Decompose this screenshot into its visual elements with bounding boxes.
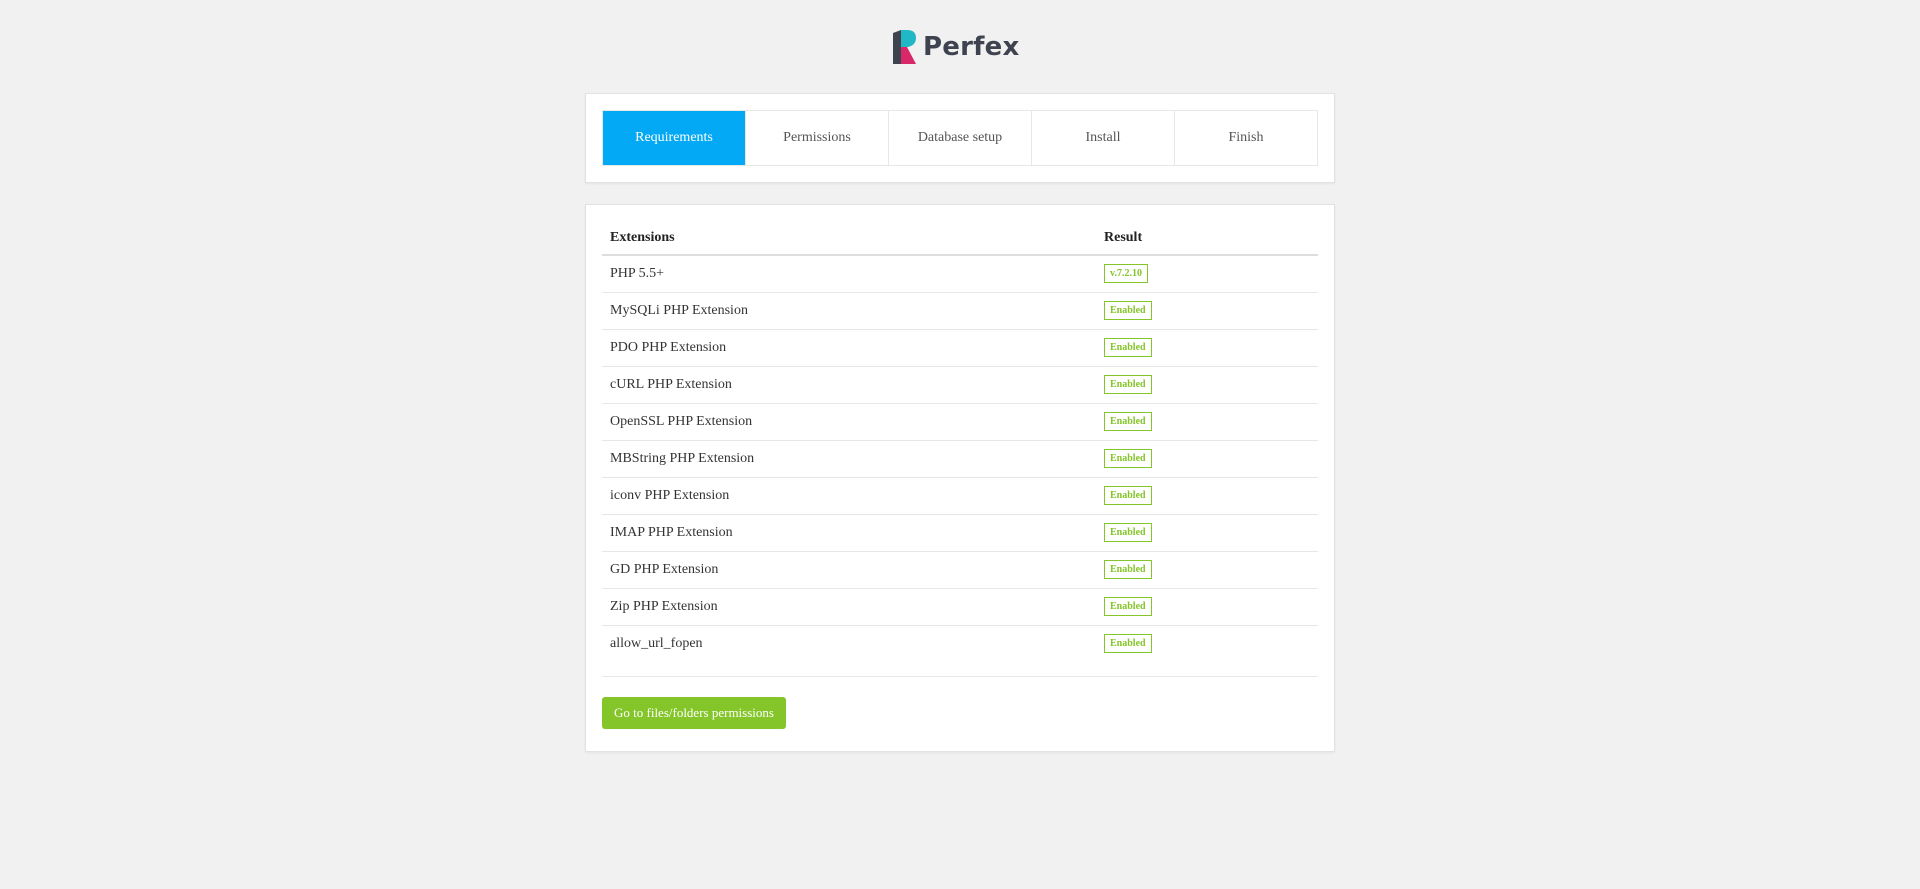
install-steps-panel: Requirements Permissions Database setup … — [585, 93, 1335, 183]
extension-name: cURL PHP Extension — [602, 366, 1096, 404]
divider — [602, 676, 1318, 677]
table-row: PDO PHP Extension Enabled — [602, 329, 1318, 367]
status-badge: Enabled — [1104, 597, 1152, 616]
extension-name: MySQLi PHP Extension — [602, 292, 1096, 330]
extensions-header: Extensions — [602, 221, 1096, 256]
extension-name: GD PHP Extension — [602, 551, 1096, 589]
table-row: allow_url_fopen Enabled — [602, 625, 1318, 662]
step-finish[interactable]: Finish — [1174, 111, 1317, 165]
result-cell: Enabled — [1096, 551, 1318, 589]
status-badge: Enabled — [1104, 449, 1152, 468]
result-cell: Enabled — [1096, 440, 1318, 478]
step-database-setup[interactable]: Database setup — [888, 111, 1031, 165]
extension-name: IMAP PHP Extension — [602, 514, 1096, 552]
step-permissions[interactable]: Permissions — [745, 111, 888, 165]
table-row: MBString PHP Extension Enabled — [602, 440, 1318, 478]
result-cell: Enabled — [1096, 403, 1318, 441]
status-badge: Enabled — [1104, 523, 1152, 542]
table-row: GD PHP Extension Enabled — [602, 551, 1318, 589]
result-cell: Enabled — [1096, 366, 1318, 404]
table-header-row: Extensions Result — [602, 221, 1318, 256]
install-steps: Requirements Permissions Database setup … — [602, 110, 1318, 166]
status-badge: Enabled — [1104, 634, 1152, 654]
requirements-table: Extensions Result PHP 5.5+ v.7.2.10 MySQ… — [602, 221, 1318, 662]
go-to-permissions-button[interactable]: Go to files/folders permissions — [602, 697, 786, 729]
result-cell: Enabled — [1096, 514, 1318, 552]
result-header: Result — [1096, 221, 1318, 256]
status-badge: Enabled — [1104, 486, 1152, 505]
result-cell: v.7.2.10 — [1096, 255, 1318, 293]
extension-name: Zip PHP Extension — [602, 588, 1096, 626]
step-install[interactable]: Install — [1031, 111, 1174, 165]
requirements-panel: Extensions Result PHP 5.5+ v.7.2.10 MySQ… — [585, 204, 1335, 752]
extension-name: iconv PHP Extension — [602, 477, 1096, 515]
result-cell: Enabled — [1096, 588, 1318, 626]
version-badge: v.7.2.10 — [1104, 264, 1148, 284]
perfex-logo: Perfex — [893, 30, 1019, 64]
result-cell: Enabled — [1096, 625, 1318, 662]
step-requirements[interactable]: Requirements — [603, 111, 745, 165]
perfex-logo-icon — [893, 30, 916, 64]
table-row: Zip PHP Extension Enabled — [602, 588, 1318, 626]
status-badge: Enabled — [1104, 560, 1152, 579]
extension-name: OpenSSL PHP Extension — [602, 403, 1096, 441]
table-row: PHP 5.5+ v.7.2.10 — [602, 255, 1318, 293]
status-badge: Enabled — [1104, 412, 1152, 431]
extension-name: allow_url_fopen — [610, 635, 703, 651]
result-cell: Enabled — [1096, 292, 1318, 330]
result-cell: Enabled — [1096, 477, 1318, 515]
status-badge: Enabled — [1104, 375, 1152, 394]
extension-name: PDO PHP Extension — [602, 329, 1096, 367]
extension-name: MBString PHP Extension — [602, 440, 1096, 478]
brand-name: Perfex — [923, 32, 1020, 62]
table-row: OpenSSL PHP Extension Enabled — [602, 403, 1318, 441]
result-cell: Enabled — [1096, 329, 1318, 367]
status-badge: Enabled — [1104, 338, 1152, 357]
extension-name: PHP 5.5+ — [602, 255, 1096, 293]
table-row: IMAP PHP Extension Enabled — [602, 514, 1318, 552]
table-row: MySQLi PHP Extension Enabled — [602, 292, 1318, 330]
status-badge: Enabled — [1104, 301, 1152, 320]
table-row: cURL PHP Extension Enabled — [602, 366, 1318, 404]
table-row: iconv PHP Extension Enabled — [602, 477, 1318, 515]
